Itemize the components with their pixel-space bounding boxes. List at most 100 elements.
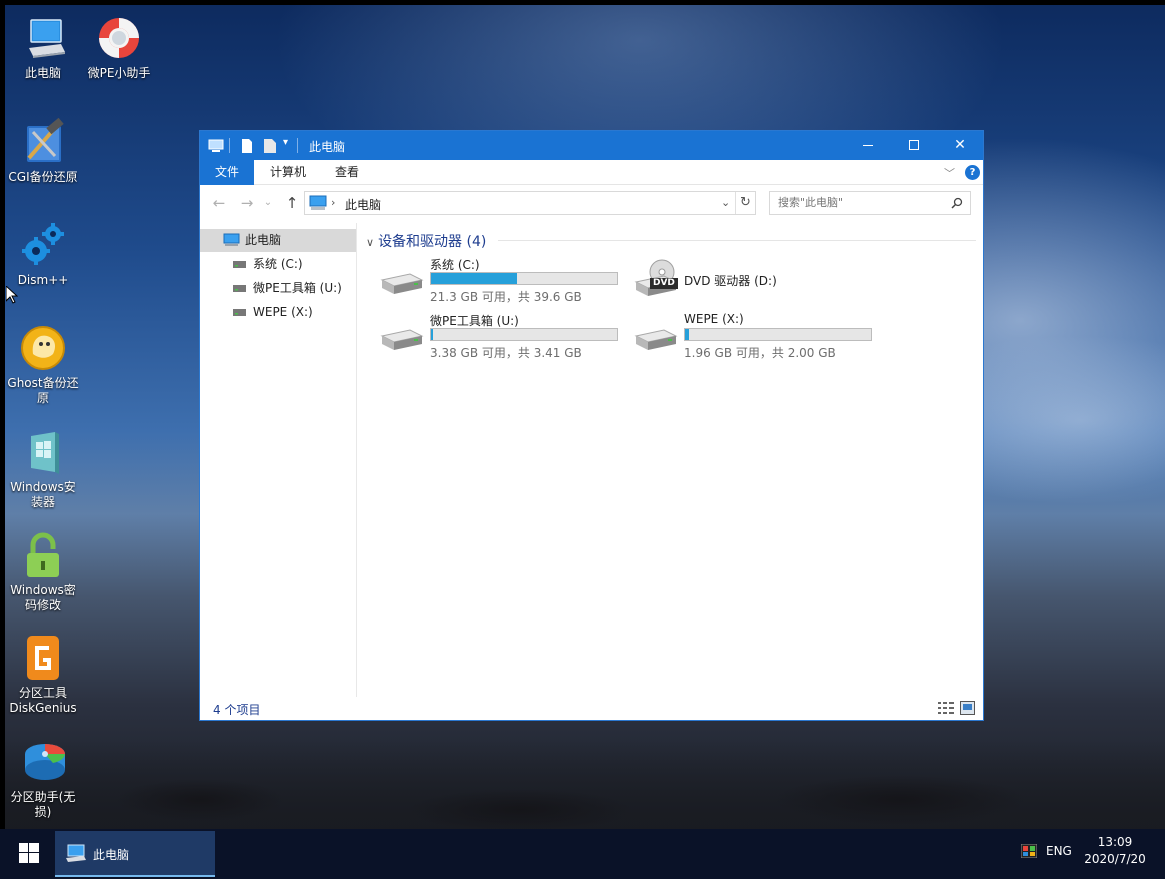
diskgenius-icon (19, 634, 67, 682)
drive-free-space: 1.96 GB 可用，共 2.00 GB (684, 346, 836, 360)
desktop-icon-ghost[interactable]: Ghost备份还原 (5, 324, 81, 406)
nav-item-wepe-toolbox-u[interactable]: 微PE工具箱 (U:) (200, 277, 356, 300)
gears-icon (19, 221, 67, 269)
nav-item-system-c[interactable]: 系统 (C:) (200, 253, 356, 276)
address-row: ← → ⌄ ↑ › 此电脑 ⌄ ↻ (200, 185, 983, 223)
breadcrumb[interactable]: 此电脑 (345, 196, 381, 213)
desktop-icon-label: CGI备份还原 (8, 170, 78, 184)
desktop-icon-partition-assistant[interactable]: 分区助手(无损) (5, 738, 81, 820)
drive-tile-wepe-x[interactable]: WEPE (X:) 1.96 GB 可用，共 2.00 GB (634, 312, 884, 362)
drive-tile-wepe-toolbox-u[interactable]: 微PE工具箱 (U:) 3.38 GB 可用，共 3.41 GB (380, 312, 630, 362)
maximize-button[interactable] (891, 131, 937, 160)
nav-item-label: 微PE工具箱 (U:) (253, 281, 342, 295)
explorer-window: ▾ 此电脑 ✕ 文件 计算机 查看 ﹀ ? ← → ⌄ ↑ › 此电脑 ⌄ ↻ … (199, 130, 984, 721)
desktop-icon-label: Windows安装器 (10, 480, 76, 509)
drive-free-space: 21.3 GB 可用，共 39.6 GB (430, 290, 582, 304)
drive-tile-system-c[interactable]: 系统 (C:) 21.3 GB 可用，共 39.6 GB (380, 256, 630, 306)
refresh-icon[interactable]: ↻ (740, 195, 751, 210)
expand-ribbon-icon[interactable]: ﹀ (944, 165, 955, 181)
nav-item-label: 此电脑 (245, 233, 282, 247)
screen-edge-top (0, 0, 1165, 5)
customize-quick-access-icon[interactable]: ▾ (283, 137, 288, 148)
desktop-icon-this-pc[interactable]: 此电脑 (5, 14, 81, 81)
breadcrumb-separator-icon: › (331, 196, 336, 209)
tab-computer[interactable]: 计算机 (258, 160, 318, 185)
drive-usage-fill (685, 329, 689, 340)
recent-locations-button[interactable]: ⌄ (259, 194, 277, 212)
taskbar: 此电脑 ENG 13:09 2020/7/20 (0, 829, 1165, 879)
desktop-icon-windows-password[interactable]: Windows密码修改 (5, 531, 81, 613)
collapse-chevron-icon: ∨ (366, 236, 375, 249)
item-count: 4 个项目 (213, 703, 261, 717)
divider (297, 138, 298, 153)
desktop-icon-pe-helper[interactable]: 微PE小助手 (81, 14, 157, 81)
details-view-icon[interactable] (938, 702, 954, 715)
tab-view[interactable]: 查看 (322, 160, 372, 185)
maximize-icon (909, 140, 919, 150)
desktop-icon-label: 微PE小助手 (87, 66, 151, 80)
drive-tile-dvd-d[interactable]: DVD DVD 驱动器 (D:) (634, 256, 884, 306)
drive-name: 系统 (C:) (430, 258, 480, 272)
content-pane: ∨ 设备和驱动器 (4) 系统 (C:) 21.3 GB 可用，共 39.6 GB (358, 223, 983, 697)
drive-free-space: 3.38 GB 可用，共 3.41 GB (430, 346, 582, 360)
mouse-cursor-icon (6, 286, 18, 304)
input-language[interactable]: ENG (1046, 844, 1072, 858)
divider (229, 138, 230, 153)
nav-item-this-pc[interactable]: 此电脑 (200, 229, 356, 252)
new-folder-icon[interactable] (262, 138, 278, 154)
desktop-icon-windows-installer[interactable]: Windows安装器 (5, 428, 81, 510)
taskbar-app-this-pc[interactable]: 此电脑 (55, 831, 215, 877)
windows-start-icon[interactable] (19, 843, 39, 863)
nav-item-label: 系统 (C:) (253, 257, 303, 271)
close-button[interactable]: ✕ (937, 131, 983, 160)
properties-icon[interactable] (240, 138, 254, 154)
desktop-icon-label: Ghost备份还原 (7, 376, 79, 405)
drive-icon (233, 261, 246, 268)
forward-button[interactable]: → (238, 194, 256, 212)
help-icon[interactable]: ? (965, 165, 980, 180)
title-bar[interactable]: ▾ 此电脑 ✕ (200, 131, 983, 160)
computer-icon (19, 14, 67, 62)
drive-usage-bar (684, 328, 872, 341)
dvd-drive-icon (634, 259, 678, 296)
hard-drive-icon (380, 329, 424, 350)
drive-icon (233, 309, 246, 316)
search-icon[interactable] (951, 197, 963, 209)
group-header[interactable]: ∨ 设备和驱动器 (4) (366, 231, 486, 251)
desktop-icon-dism[interactable]: Dism++ (5, 221, 81, 288)
windows-installer-icon (19, 428, 67, 476)
desktop-icon-label: 此电脑 (24, 66, 61, 80)
address-bar[interactable]: › 此电脑 ⌄ ↻ (304, 191, 756, 215)
keyboard-layout-icon[interactable] (1021, 844, 1037, 858)
padlock-icon (19, 531, 67, 579)
drive-icon (233, 285, 246, 292)
back-button[interactable]: ← (210, 194, 228, 212)
drive-usage-bar (430, 272, 618, 285)
lifebuoy-icon (95, 14, 143, 62)
status-bar: 4 个项目 (200, 697, 983, 720)
clock-date: 2020/7/20 (1084, 852, 1146, 866)
ribbon-tabs: 文件 计算机 查看 ﹀ ? (200, 160, 983, 185)
address-history-dropdown-icon[interactable]: ⌄ (721, 196, 730, 209)
group-header-label: 设备和驱动器 (4) (378, 234, 487, 250)
minimize-button[interactable] (845, 131, 891, 160)
desktop-icon-cgi-backup[interactable]: CGI备份还原 (5, 117, 81, 185)
search-box[interactable] (769, 191, 971, 215)
search-input[interactable] (778, 196, 938, 209)
clock[interactable]: 13:09 2020/7/20 (1080, 834, 1150, 868)
drive-name: WEPE (X:) (684, 312, 744, 326)
nav-item-label: WEPE (X:) (253, 305, 313, 319)
drive-name: 微PE工具箱 (U:) (430, 314, 519, 328)
up-button[interactable]: ↑ (283, 194, 301, 212)
drive-usage-bar (430, 328, 618, 341)
drive-usage-fill (431, 329, 433, 340)
desktop-icon-diskgenius[interactable]: 分区工具DiskGenius (5, 634, 81, 716)
large-icons-view-icon[interactable] (960, 701, 975, 715)
computer-icon (309, 195, 327, 210)
nav-item-wepe-x[interactable]: WEPE (X:) (200, 301, 356, 324)
desktop-icon-label: 分区工具DiskGenius (9, 686, 77, 715)
desktop-icon-label: Windows密码修改 (10, 583, 76, 612)
tab-file[interactable]: 文件 (200, 160, 254, 185)
desktop-icon-label: 分区助手(无损) (10, 790, 76, 819)
dvd-badge: DVD (650, 278, 678, 289)
